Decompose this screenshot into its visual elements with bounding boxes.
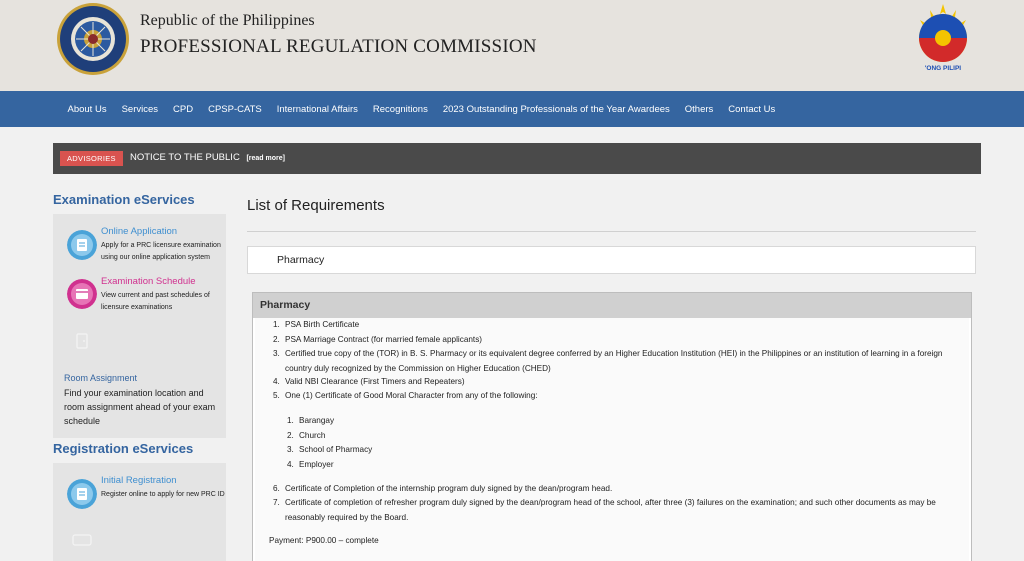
program-selector[interactable]: Pharmacy	[247, 246, 976, 274]
schedule-icon	[67, 279, 97, 309]
requirements-list: 1. PSA Birth Certificate 2. PSA Marriage C…	[255, 318, 969, 561]
application-icon	[67, 230, 97, 260]
read-more-link[interactable]: [read more]	[246, 155, 285, 162]
exam-eservices-heading: Examination eServices	[53, 192, 195, 207]
logo-text: 'ONG PILIPI	[925, 65, 961, 72]
moral-source-item: 2. Church	[287, 430, 326, 440]
requirement-item: 5. One (1) Certificate of Good Moral Char…	[273, 391, 538, 400]
requirement-item: 6. Certificate of Completion of the inter…	[273, 484, 613, 493]
prc-seal-logo[interactable]	[56, 2, 130, 76]
room-assignment-icon	[76, 333, 88, 349]
main-nav: About Us Services CPD CPSP-CATS Internat…	[0, 91, 1024, 127]
nav-item-cpsp-cats[interactable]: CPSP-CATS	[201, 104, 270, 115]
registration-eservices-heading: Registration eServices	[53, 441, 194, 456]
nav-item-international-affairs[interactable]: International Affairs	[269, 104, 365, 115]
exam-schedule-desc: View current and past schedules of licen…	[101, 292, 210, 311]
advisory-ticker: NOTICE TO THE PUBLIC [read more]	[130, 152, 285, 163]
registration-eservices-box: Initial Registration Register online to …	[53, 463, 226, 561]
nav-item-recognitions[interactable]: Recognitions	[365, 104, 435, 115]
requirement-item: 4. Valid NBI Clearance (First Timers and …	[273, 377, 465, 386]
requirement-item: 2. PSA Marriage Contract (for married fem…	[273, 334, 483, 344]
nav-item-services[interactable]: Services	[114, 104, 165, 115]
requirement-item: 7. Certificate of completion of refresher…	[273, 498, 936, 522]
nav-list: About Us Services CPD CPSP-CATS Internat…	[60, 91, 783, 127]
moral-source-item: 4. Employer	[287, 459, 334, 469]
online-application-link[interactable]: Online Application	[101, 226, 177, 237]
exam-schedule-link[interactable]: Examination Schedule	[101, 276, 196, 287]
title-divider	[247, 231, 976, 232]
advisories-badge[interactable]: ADVISORIES	[60, 151, 123, 166]
panel-title: Pharmacy	[253, 293, 971, 318]
initial-registration-link[interactable]: Initial Registration	[101, 475, 177, 486]
initial-registration-desc: Register online to apply for new PRC ID	[101, 491, 225, 498]
exam-eservices-box: Online Application Apply for a PRC licen…	[53, 214, 226, 438]
requirements-panel: Pharmacy 1. PSA Birth Certificate 2. PSA M…	[252, 292, 972, 561]
nav-item-others[interactable]: Others	[677, 104, 721, 115]
moral-source-item: 1. Barangay	[287, 416, 335, 425]
site-header: Republic of the Philippines PROFESSIONAL…	[0, 0, 1024, 91]
online-application-desc: Apply for a PRC licensure examination us…	[101, 242, 221, 261]
requirement-item: 3. Certified true copy of the (TOR) in B.…	[273, 349, 943, 373]
nav-item-contact-us[interactable]: Contact Us	[721, 104, 783, 115]
nav-item-outstanding-professionals[interactable]: 2023 Outstanding Professionals of the Ye…	[435, 104, 677, 115]
program-selected-value: Pharmacy	[277, 254, 325, 266]
page-title: List of Requirements	[247, 197, 385, 214]
advisory-text[interactable]: NOTICE TO THE PUBLIC	[130, 152, 240, 163]
requirement-item: 1. PSA Birth Certificate	[273, 320, 360, 329]
moral-source-item: 3. School of Pharmacy	[287, 445, 373, 454]
id-card-icon	[72, 534, 92, 546]
agency-name: PROFESSIONAL REGULATION COMMISSION	[140, 36, 537, 57]
registration-icon	[67, 479, 97, 509]
nav-item-about-us[interactable]: About Us	[60, 104, 114, 115]
nav-item-cpd[interactable]: CPD	[166, 104, 201, 115]
bagong-pilipinas-logo[interactable]: 'ONG PILIPI	[910, 2, 976, 74]
room-assignment-link[interactable]: Room Assignment	[64, 373, 137, 383]
agency-country: Republic of the Philippines	[140, 12, 315, 29]
room-assignment-desc: Find your examination location and room …	[64, 388, 216, 426]
advisory-bar: ADVISORIES NOTICE TO THE PUBLIC [read mo…	[53, 143, 981, 174]
payment-info: Payment: P900.00 – complete	[269, 536, 379, 545]
